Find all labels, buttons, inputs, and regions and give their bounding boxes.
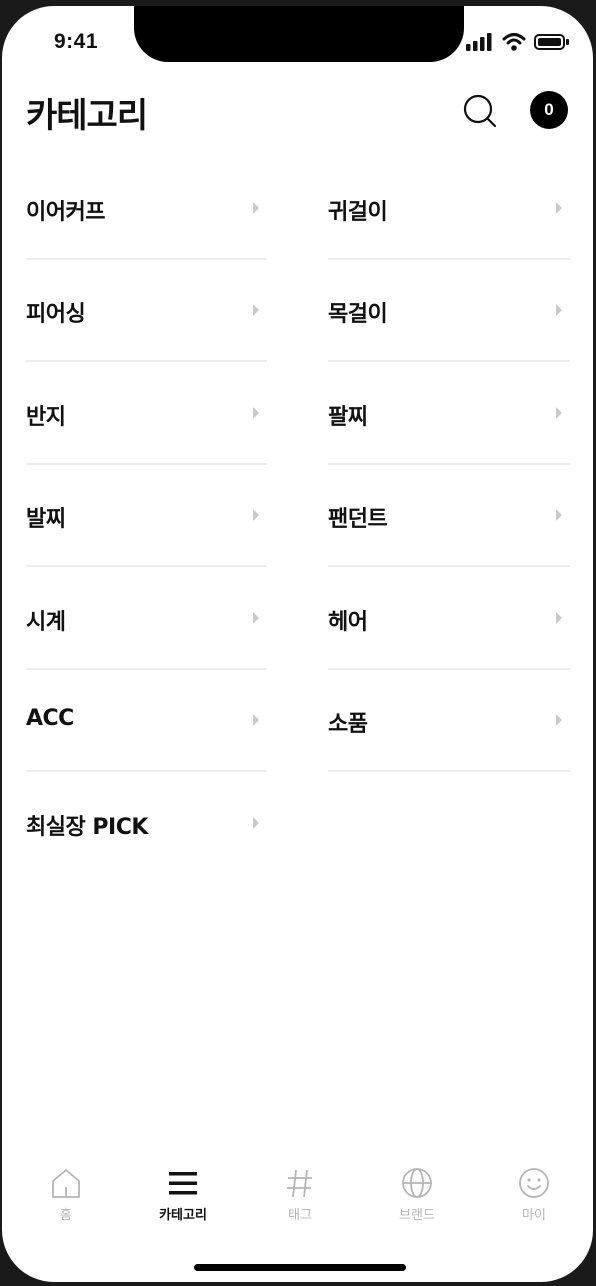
category-label: 최실장 PICK: [26, 815, 148, 840]
signal-icon: [466, 33, 492, 51]
bottom-tab-bar: 홈 카테고리 태그 브랜드 마이: [2, 1166, 593, 1246]
category-item[interactable]: 반지: [26, 363, 267, 465]
category-item[interactable]: 최실장 PICK: [26, 773, 267, 875]
category-item[interactable]: 팬던트: [328, 465, 570, 567]
tab-label: 카테고리: [159, 1208, 207, 1223]
category-label: 반지: [26, 405, 66, 430]
tab-label: 브랜드: [399, 1208, 435, 1223]
tab-home[interactable]: 홈: [7, 1166, 125, 1236]
chevron-right-icon: [556, 202, 562, 214]
chevron-right-icon: [253, 509, 259, 521]
smile-icon: [519, 1168, 549, 1198]
tab-my[interactable]: 마이: [475, 1166, 593, 1236]
category-label: 목걸이: [328, 302, 388, 327]
cart-count-button[interactable]: 0: [530, 91, 568, 129]
chevron-right-icon: [253, 817, 259, 829]
page-title: 카테고리: [26, 96, 148, 136]
category-label: 팔찌: [328, 405, 368, 430]
chevron-right-icon: [556, 612, 562, 624]
tab-tag[interactable]: 태그: [241, 1166, 359, 1236]
tab-label: 마이: [522, 1208, 546, 1223]
category-label: 팬던트: [328, 507, 388, 532]
category-label: ACC: [26, 706, 74, 731]
search-button[interactable]: [461, 92, 499, 130]
category-label: 시계: [26, 610, 66, 635]
category-label: 귀걸이: [328, 200, 388, 225]
hashtag-icon: [287, 1169, 312, 1198]
chevron-right-icon: [253, 304, 259, 316]
category-label: 발찌: [26, 507, 66, 532]
category-label: 이어커프: [26, 200, 105, 225]
status-time: 9:41: [54, 30, 99, 53]
tab-brand[interactable]: 브랜드: [358, 1166, 476, 1236]
notch: [134, 6, 464, 62]
tab-category[interactable]: 카테고리: [124, 1166, 242, 1236]
chevron-right-icon: [556, 304, 562, 316]
category-item[interactable]: 시계: [26, 568, 267, 670]
phone-screen: 9:41 카테고리 0 이어커프 귀걸이 피어싱 목걸이 반지 팔찌 발찌 팬던…: [2, 6, 593, 1282]
category-item[interactable]: 피어싱: [26, 260, 267, 362]
tab-label: 홈: [60, 1208, 72, 1223]
home-icon: [52, 1169, 80, 1198]
chevron-right-icon: [556, 714, 562, 726]
category-label: 헤어: [328, 610, 368, 635]
battery-icon: [534, 34, 569, 50]
tab-label: 태그: [288, 1208, 312, 1223]
menu-icon: [169, 1172, 197, 1195]
home-indicator: [194, 1264, 406, 1271]
chevron-right-icon: [253, 714, 259, 726]
chevron-right-icon: [556, 509, 562, 521]
category-item[interactable]: 이어커프: [26, 158, 267, 260]
chevron-right-icon: [556, 407, 562, 419]
category-label: 소품: [328, 712, 368, 737]
search-icon: [463, 94, 497, 128]
chevron-right-icon: [253, 202, 259, 214]
category-item[interactable]: 목걸이: [328, 260, 570, 362]
category-item[interactable]: 발찌: [26, 465, 267, 567]
category-item[interactable]: 소품: [328, 670, 570, 772]
category-item[interactable]: 헤어: [328, 568, 570, 670]
category-item[interactable]: 귀걸이: [328, 158, 570, 260]
wifi-icon: [502, 33, 526, 51]
chevron-right-icon: [253, 612, 259, 624]
category-item[interactable]: 팔찌: [328, 363, 570, 465]
globe-icon: [402, 1168, 432, 1198]
category-item[interactable]: ACC: [26, 670, 267, 772]
chevron-right-icon: [253, 407, 259, 419]
category-label: 피어싱: [26, 302, 86, 327]
